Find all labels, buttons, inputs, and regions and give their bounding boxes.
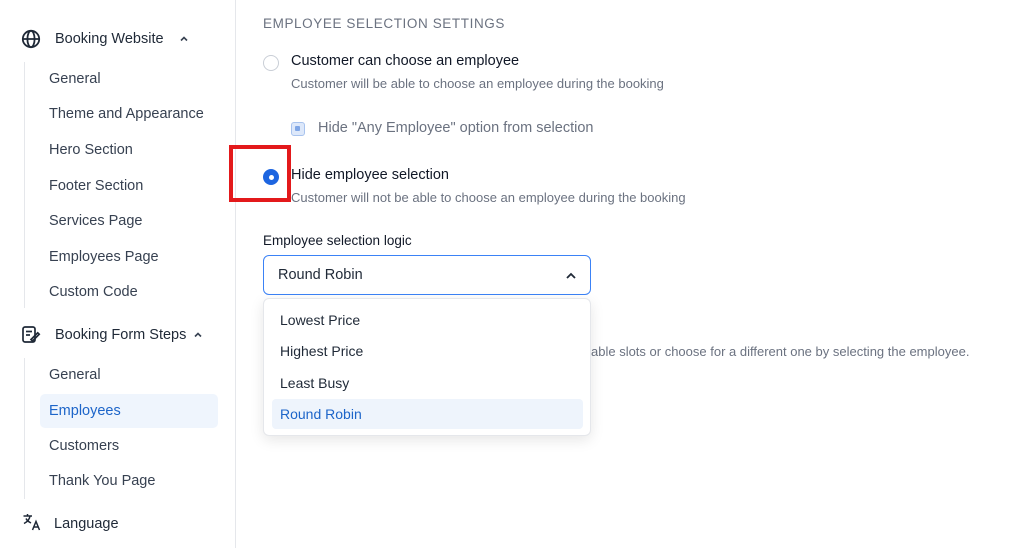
dropdown-option-highest-price[interactable]: Highest Price [272, 336, 583, 366]
sidebar-section-label: Booking Form Steps [55, 327, 187, 343]
helper-text: able slots or choose for a different one… [591, 344, 970, 359]
sidebar: Booking Website General Theme and Appear… [0, 0, 236, 548]
sidebar-section-label: Booking Website [55, 31, 164, 47]
radio-customer-can-choose[interactable] [263, 55, 279, 71]
selection-logic-select[interactable]: Round Robin [263, 255, 591, 295]
selection-logic-label: Employee selection logic [263, 233, 412, 248]
option-description: Customer will be able to choose an emplo… [291, 76, 664, 91]
sidebar-item-services-page[interactable]: Services Page [40, 204, 218, 238]
chevron-up-icon [564, 269, 578, 283]
chevron-up-icon [192, 329, 204, 341]
sidebar-item-hero-section[interactable]: Hero Section [40, 133, 218, 167]
form-edit-icon [20, 324, 42, 346]
sidebar-item-customers[interactable]: Customers [40, 429, 218, 463]
highlight-annotation-box [229, 145, 291, 202]
sidebar-tree-line [24, 358, 25, 499]
sidebar-item-label: Language [54, 516, 119, 532]
section-title: EMPLOYEE SELECTION SETTINGS [263, 16, 506, 31]
globe-icon [20, 28, 42, 50]
dropdown-option-least-busy[interactable]: Least Busy [272, 368, 583, 398]
sidebar-item-thank-you-page[interactable]: Thank You Page [40, 464, 218, 498]
translate-icon [22, 512, 42, 537]
sidebar-item-general[interactable]: General [40, 358, 218, 392]
sidebar-item-custom-code[interactable]: Custom Code [40, 275, 218, 309]
sidebar-item-language[interactable]: Language [22, 513, 119, 535]
sidebar-item-general[interactable]: General [40, 62, 218, 96]
dropdown-option-lowest-price[interactable]: Lowest Price [272, 305, 583, 335]
dropdown-option-round-robin[interactable]: Round Robin [272, 399, 583, 429]
hide-any-employee-checkbox[interactable] [291, 122, 305, 136]
sidebar-item-employees-page[interactable]: Employees Page [40, 240, 218, 274]
sidebar-item-employees[interactable]: Employees [40, 394, 218, 428]
chevron-up-icon [178, 33, 190, 45]
sidebar-section-booking-form-steps[interactable]: Booking Form Steps [20, 324, 204, 346]
option-title: Hide employee selection [291, 167, 449, 183]
sidebar-item-footer-section[interactable]: Footer Section [40, 169, 218, 203]
select-value: Round Robin [278, 267, 363, 283]
sidebar-item-theme-and-appearance[interactable]: Theme and Appearance [40, 97, 218, 131]
option-title: Customer can choose an employee [291, 53, 520, 69]
main-content: EMPLOYEE SELECTION SETTINGS Customer can… [263, 0, 1024, 548]
checkbox-label: Hide "Any Employee" option from selectio… [318, 120, 594, 136]
sidebar-section-booking-website[interactable]: Booking Website [20, 28, 190, 50]
selection-logic-dropdown: Lowest Price Highest Price Least Busy Ro… [263, 298, 591, 436]
sidebar-tree-line [24, 62, 25, 308]
option-description: Customer will not be able to choose an e… [291, 190, 686, 205]
